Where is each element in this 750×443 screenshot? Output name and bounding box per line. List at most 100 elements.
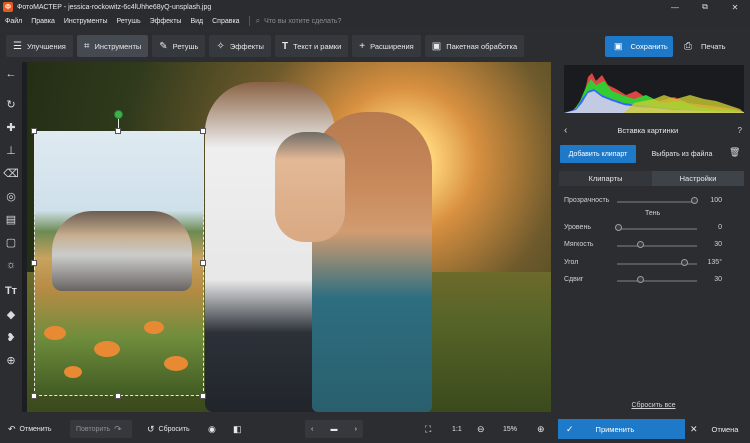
histogram: [564, 65, 744, 113]
app-logo-icon: Ф: [3, 2, 13, 12]
fill-icon[interactable]: ◆: [3, 306, 19, 322]
tab-cliparts[interactable]: Клипарты: [559, 171, 652, 186]
stamp-icon[interactable]: ⊥: [3, 142, 19, 158]
menu-help[interactable]: Справка: [212, 18, 239, 25]
opacity-knob[interactable]: [691, 197, 698, 204]
level-track[interactable]: [617, 228, 697, 230]
back-arrow-icon[interactable]: ←: [3, 66, 19, 82]
save-label: Сохранить: [630, 42, 668, 51]
resize-handle-t[interactable]: [115, 128, 121, 134]
zoom-in-icon[interactable]: ⊕: [537, 420, 549, 438]
rotate-handle[interactable]: [114, 110, 123, 119]
close-x-icon: ✕: [690, 423, 698, 434]
cancel-label: Отмена: [711, 424, 739, 434]
gradient-filter-icon[interactable]: ▤: [3, 211, 19, 227]
add-clipart-button[interactable]: Добавить клипарт: [560, 145, 636, 163]
title-bar: Ф ФотоМАСТЕР - jessica-rockowitz-6c4lUhh…: [0, 0, 750, 14]
crop-icon: ⌗: [83, 40, 90, 52]
tab-label: Улучшения: [26, 41, 66, 51]
angle-label: Угол: [564, 259, 579, 266]
resize-handle-tl[interactable]: [31, 128, 37, 134]
menu-edit[interactable]: Правка: [31, 18, 55, 25]
healing-icon[interactable]: ✚: [3, 119, 19, 135]
tab-tools[interactable]: ⌗ Инструменты: [76, 35, 149, 57]
menu-file[interactable]: Файл: [5, 18, 22, 25]
resize-handle-bl[interactable]: [31, 393, 37, 399]
next-icon[interactable]: ›: [355, 426, 357, 433]
magic-wand-icon: ✧: [216, 40, 225, 52]
zoom-out-icon[interactable]: ⊖: [477, 420, 489, 438]
floppy-icon: ▣: [614, 41, 623, 51]
angle-knob[interactable]: [681, 259, 688, 266]
resize-handle-b[interactable]: [115, 393, 121, 399]
softness-track[interactable]: [617, 245, 697, 247]
compare-icon[interactable]: ◧: [233, 420, 246, 438]
back-icon[interactable]: ‹: [564, 125, 567, 136]
menu-retouch[interactable]: Ретушь: [117, 18, 141, 25]
opacity-track[interactable]: [617, 201, 697, 203]
level-label: Уровень: [564, 224, 591, 231]
help-icon[interactable]: ?: [738, 126, 742, 135]
angle-value: 135°: [707, 259, 722, 266]
menu-tools[interactable]: Инструменты: [64, 18, 108, 25]
batch-processing-button[interactable]: ▣ Пакетная обработка: [424, 35, 525, 57]
opacity-value: 100: [710, 197, 722, 204]
reset-button[interactable]: ↺ Сбросить: [147, 420, 190, 438]
resize-handle-r[interactable]: [200, 260, 206, 266]
maximize-button[interactable]: ⧉: [690, 0, 720, 14]
offset-knob[interactable]: [637, 276, 644, 283]
resize-handle-tr[interactable]: [200, 128, 206, 134]
resize-handle-br[interactable]: [200, 393, 206, 399]
softness-knob[interactable]: [637, 241, 644, 248]
save-button[interactable]: ▣ Сохранить: [605, 36, 673, 57]
text-tool-icon[interactable]: Tт: [3, 283, 19, 299]
shadow-section-label: Тень: [645, 210, 661, 217]
tab-settings[interactable]: Настройки: [652, 171, 744, 186]
apply-button[interactable]: ✓ Применить: [558, 419, 685, 439]
tab-extensions[interactable]: + Расширения: [352, 35, 421, 57]
level-knob[interactable]: [615, 224, 622, 231]
redo-button[interactable]: Повторить ↷: [70, 420, 132, 438]
tab-label: Эффекты: [229, 41, 264, 51]
brush-tool-icon[interactable]: ❥: [3, 329, 19, 345]
light-icon[interactable]: ☼: [3, 257, 19, 273]
cancel-button[interactable]: ✕ Отмена: [688, 419, 748, 439]
actual-size-button[interactable]: 1:1: [452, 420, 462, 438]
menu-search[interactable]: ⌕ Что вы хотите сделать?: [256, 16, 342, 26]
level-value: 0: [718, 224, 722, 231]
offset-track[interactable]: [617, 280, 697, 282]
eye-icon[interactable]: ◉: [208, 420, 220, 438]
minimize-button[interactable]: —: [660, 0, 690, 14]
redo-icon: ↷: [114, 423, 122, 434]
print-button[interactable]: ⎙ Печать: [680, 36, 744, 57]
close-button[interactable]: ✕: [720, 0, 750, 14]
search-input[interactable]: Что вы хотите сделать?: [264, 18, 341, 25]
insert-image-icon[interactable]: ⊕: [3, 352, 19, 368]
rotate-icon[interactable]: ↻: [3, 96, 19, 112]
tab-text-frames[interactable]: T Текст и рамки: [274, 35, 349, 57]
menu-effects[interactable]: Эффекты: [150, 18, 182, 25]
left-toolbar: ← ↻ ✚ ⊥ ⌫ ◎ ▤ ▢ ☼ Tт ◆ ❥ ⊕: [0, 62, 22, 412]
fit-screen-icon[interactable]: ⛶: [425, 420, 435, 438]
vignette-icon[interactable]: ▢: [3, 234, 19, 250]
right-panel: [557, 62, 750, 412]
reset-all-link[interactable]: Сбросить все: [557, 402, 750, 409]
eraser-icon[interactable]: ⌫: [3, 165, 19, 181]
zoom-value: 15%: [503, 425, 518, 433]
offset-label: Сдвиг: [564, 276, 584, 283]
pick-file-button[interactable]: Выбрать из файла: [642, 145, 722, 163]
tab-enhancements[interactable]: ☰ Улучшения: [6, 35, 73, 57]
menu-view[interactable]: Вид: [190, 18, 203, 25]
selection-frame[interactable]: [34, 131, 204, 396]
check-icon: ✓: [566, 423, 574, 434]
trash-icon[interactable]: 🗑: [729, 147, 740, 158]
tab-effects[interactable]: ✧ Эффекты: [209, 35, 271, 57]
tab-label: Расширения: [370, 41, 414, 51]
resize-handle-l[interactable]: [31, 260, 37, 266]
radial-filter-icon[interactable]: ◎: [3, 188, 19, 204]
prev-icon[interactable]: ‹: [311, 426, 313, 433]
folder-icon[interactable]: ▬: [331, 426, 338, 433]
file-navigator: ‹ ▬ ›: [305, 420, 363, 438]
undo-button[interactable]: ↶ Отменить: [8, 420, 52, 438]
tab-retouch[interactable]: ✎ Ретушь: [152, 35, 206, 57]
